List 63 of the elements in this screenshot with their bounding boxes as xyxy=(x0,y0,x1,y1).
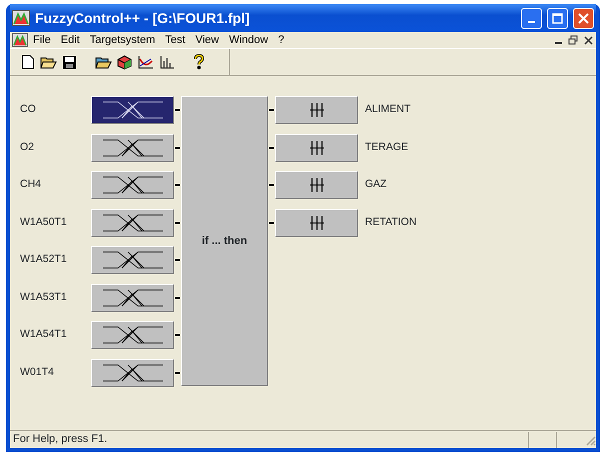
membership-curves-icon xyxy=(102,138,164,158)
restore-icon xyxy=(568,35,578,45)
maximize-button[interactable] xyxy=(547,8,568,28)
status-text: For Help, press F1. xyxy=(12,432,108,448)
membership-function-button[interactable] xyxy=(91,208,174,236)
bar-chart-icon[interactable] xyxy=(158,54,176,70)
input-variable-label: CO xyxy=(19,102,37,118)
input-variable-label: CH4 xyxy=(19,177,42,192)
input-variable-label: W1A50T1 xyxy=(19,214,68,230)
output-variable-label: TERAGE xyxy=(364,140,408,155)
new-document-icon[interactable] xyxy=(20,53,36,71)
input-variable-label: O2 xyxy=(19,140,36,155)
sliders-icon xyxy=(308,177,324,193)
close-icon xyxy=(578,12,589,24)
membership-curves-icon xyxy=(102,362,164,382)
rule-block[interactable]: if ... then xyxy=(181,96,268,386)
minimize-button[interactable] xyxy=(521,8,542,28)
membership-function-button[interactable] xyxy=(91,284,174,312)
document-icon[interactable] xyxy=(12,33,28,47)
membership-curves-icon xyxy=(102,100,164,120)
membership-function-button[interactable] xyxy=(91,321,174,349)
window-title: FuzzyControl++ - [G:\FOUR1.fpl] xyxy=(35,8,251,28)
output-function-button[interactable] xyxy=(275,96,358,124)
menu-item[interactable]: File xyxy=(28,33,56,47)
input-variable-label: W01T4 xyxy=(19,364,55,380)
menu-item[interactable]: View xyxy=(190,33,224,47)
menu-item[interactable]: Targetsystem xyxy=(84,33,160,47)
save-icon[interactable] xyxy=(61,54,78,70)
membership-curves-icon xyxy=(102,175,164,195)
membership-function-button[interactable] xyxy=(91,246,174,274)
output-function-button[interactable] xyxy=(275,171,358,199)
minimize-icon xyxy=(555,42,562,44)
resize-grip-icon[interactable] xyxy=(584,434,596,446)
membership-function-button[interactable] xyxy=(91,358,174,386)
sliders-icon xyxy=(308,214,324,230)
output-function-button[interactable] xyxy=(275,208,358,236)
membership-function-button[interactable] xyxy=(91,96,174,124)
membership-curves-icon xyxy=(102,250,164,270)
membership-curves-icon xyxy=(102,212,164,232)
output-variable-label: GAZ xyxy=(364,177,387,192)
sliders-icon xyxy=(308,140,324,156)
membership-curves-icon xyxy=(102,325,164,345)
app-icon xyxy=(12,10,30,26)
input-variable-label: W1A53T1 xyxy=(19,290,68,305)
input-variable-label: W1A52T1 xyxy=(19,252,68,268)
maximize-icon xyxy=(552,12,563,24)
input-variable-label: W1A54T1 xyxy=(19,327,68,342)
sliders-icon xyxy=(308,102,324,118)
curve-chart-icon[interactable] xyxy=(136,54,155,70)
menu-item[interactable]: ? xyxy=(273,33,290,47)
close-icon xyxy=(584,36,593,44)
membership-curves-icon xyxy=(102,288,164,308)
menu-item[interactable]: Window xyxy=(224,33,274,47)
menu-item[interactable]: Test xyxy=(160,33,190,47)
output-variable-label: RETATION xyxy=(364,214,417,230)
output-function-button[interactable] xyxy=(275,134,358,162)
cube-icon[interactable] xyxy=(116,54,133,70)
help-icon[interactable] xyxy=(192,53,206,71)
menu-item[interactable]: Edit xyxy=(56,33,85,47)
minimize-icon xyxy=(528,21,535,23)
membership-function-button[interactable] xyxy=(91,134,174,162)
membership-function-button[interactable] xyxy=(91,171,174,199)
output-variable-label: ALIMENT xyxy=(364,102,411,118)
